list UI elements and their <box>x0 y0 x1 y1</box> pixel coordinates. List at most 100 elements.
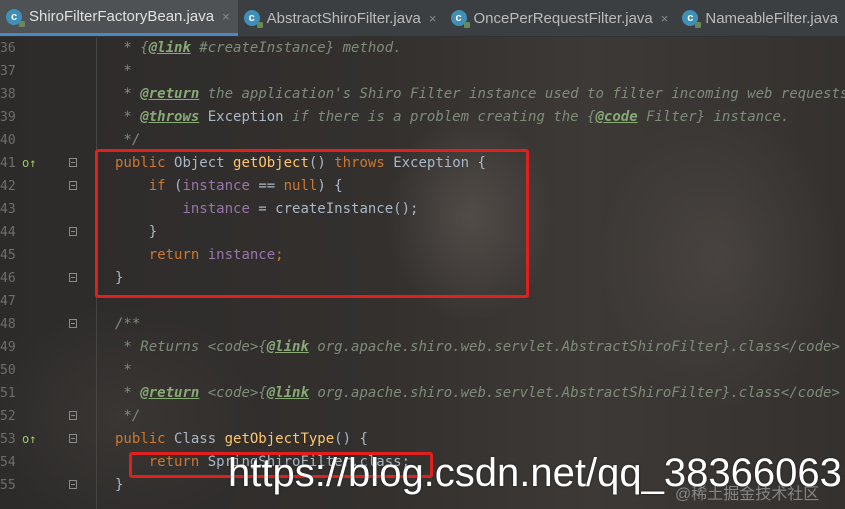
line-number: 54 <box>0 455 16 470</box>
java-class-icon: c <box>682 10 702 28</box>
code-token: */ <box>115 408 141 424</box>
code-token: @return <box>140 86 200 102</box>
watermark-secondary: @稀土掘金技术社区 <box>675 486 820 503</box>
line-number: 45 <box>0 248 16 263</box>
tab-label: ShiroFilterFactoryBean.java <box>29 8 215 25</box>
line-number: 47 <box>0 294 16 309</box>
code-token: @return <box>140 385 200 401</box>
tab-4[interactable]: cNameableFilter.java× <box>676 0 845 36</box>
line-number: 48 <box>0 317 16 332</box>
code-token: @throws <box>140 109 200 125</box>
code-token: /** <box>115 316 141 332</box>
code-text: */ <box>115 405 140 428</box>
code-token: org.apache.shiro.web.servlet.AbstractShi… <box>308 339 840 355</box>
line-number: 37 <box>0 64 16 79</box>
close-icon[interactable]: × <box>429 11 437 26</box>
line-number: 50 <box>0 363 16 378</box>
code-text: /** <box>115 313 140 336</box>
code-token: Filter} instance. <box>637 109 790 125</box>
code-token: org.apache.shiro.web.servlet.AbstractShi… <box>308 385 840 401</box>
line-number: 42 <box>0 179 16 194</box>
fold-toggle-icon[interactable] <box>69 411 77 420</box>
line-number: 49 <box>0 340 16 355</box>
fold-toggle-icon[interactable] <box>69 158 77 167</box>
code-token: the application's Shiro Filter instance … <box>199 86 845 102</box>
override-marker-icon[interactable]: o↑ <box>22 432 36 446</box>
code-token: if there is a problem creating the { <box>283 109 596 125</box>
code-token: Class <box>174 431 225 447</box>
highlight-box-getobject <box>95 149 529 298</box>
override-marker-icon[interactable]: o↑ <box>22 156 36 170</box>
tab-3[interactable]: c OncePerRequestFilter.java × <box>445 0 677 36</box>
code-line: 53 o↑ public Class getObjectType() { <box>0 428 845 451</box>
code-token: @link <box>266 385 309 401</box>
line-number: 53 <box>0 432 16 447</box>
line-number: 39 <box>0 110 16 125</box>
fold-toggle-icon[interactable] <box>69 480 77 489</box>
code-token: */ <box>115 132 141 148</box>
line-number: 38 <box>0 87 16 102</box>
code-editor[interactable]: 36 * {@link #createInstance} method. 37 *… <box>0 37 845 509</box>
code-token: #createInstance} method. <box>190 40 402 56</box>
java-class-icon: c <box>6 8 25 27</box>
line-number: 55 <box>0 478 16 493</box>
code-line: 51 * @return <code>{@link org.apache.shi… <box>0 382 845 405</box>
code-token: * Returns <code>{ <box>115 339 267 355</box>
fold-toggle-icon[interactable] <box>69 273 77 282</box>
line-number: 40 <box>0 133 16 148</box>
code-line: 50 * <box>0 359 845 382</box>
line-number: 36 <box>0 41 16 56</box>
line-number: 51 <box>0 386 16 401</box>
code-token: <code>{ <box>199 385 267 401</box>
line-number: 43 <box>0 202 16 217</box>
code-text: * @return the application's Shiro Filter… <box>115 83 845 106</box>
fold-toggle-icon[interactable] <box>69 434 77 443</box>
close-icon[interactable]: × <box>222 9 230 24</box>
code-text: * @return <code>{@link org.apache.shiro.… <box>115 382 840 405</box>
code-line: 49 * Returns <code>{@link org.apache.shi… <box>0 336 845 359</box>
code-token: * <box>115 63 132 79</box>
line-number: 52 <box>0 409 16 424</box>
code-token: * { <box>115 40 149 56</box>
line-number: 46 <box>0 271 16 286</box>
tab-label: OncePerRequestFilter.java <box>473 9 653 27</box>
code-line: 48 /** <box>0 313 845 336</box>
code-token: * <box>115 86 141 102</box>
code-text: public Class getObjectType() { <box>115 428 368 451</box>
code-token: () { <box>334 431 368 447</box>
code-token: * <box>115 385 141 401</box>
code-text: * @throws Exception if there is a proble… <box>115 106 789 129</box>
code-line: 37 * <box>0 60 845 83</box>
tab-1[interactable]: c ShiroFilterFactoryBean.java × <box>0 0 238 36</box>
code-token: public <box>115 431 175 447</box>
fold-toggle-icon[interactable] <box>69 181 77 190</box>
code-text: * <box>115 359 132 382</box>
close-icon[interactable]: × <box>661 11 669 26</box>
code-token: @code <box>595 109 638 125</box>
code-token: } <box>115 477 124 493</box>
code-line: 38 * @return the application's Shiro Fil… <box>0 83 845 106</box>
tab-label: AbstractShiroFilter.java <box>266 9 421 27</box>
code-token: Exception <box>199 109 284 125</box>
code-token: * <box>115 362 132 378</box>
code-text: * Returns <code>{@link org.apache.shiro.… <box>115 336 840 359</box>
code-token: @link <box>148 40 191 56</box>
fold-toggle-icon[interactable] <box>69 319 77 328</box>
code-token: getObjectType <box>224 431 335 447</box>
line-number: 41 <box>0 156 16 171</box>
code-token: @link <box>266 339 309 355</box>
line-number: 44 <box>0 225 16 240</box>
code-line: 36 * {@link #createInstance} method. <box>0 37 845 60</box>
java-class-icon: c <box>243 10 263 28</box>
code-text: * {@link #createInstance} method. <box>115 37 402 60</box>
code-text: * <box>115 60 132 83</box>
code-line: 52 */ <box>0 405 845 428</box>
code-token: * <box>115 109 141 125</box>
editor-tab-bar: c ShiroFilterFactoryBean.java × c AbstractSh… <box>0 0 845 37</box>
code-line: 39 * @throws Exception if there is a pro… <box>0 106 845 129</box>
tab-2[interactable]: c AbstractShiroFilter.java × <box>238 0 445 36</box>
fold-toggle-icon[interactable] <box>69 227 77 236</box>
code-text: } <box>115 474 123 497</box>
tab-label: NameableFilter.java <box>705 9 838 27</box>
java-class-icon: c <box>450 10 470 28</box>
